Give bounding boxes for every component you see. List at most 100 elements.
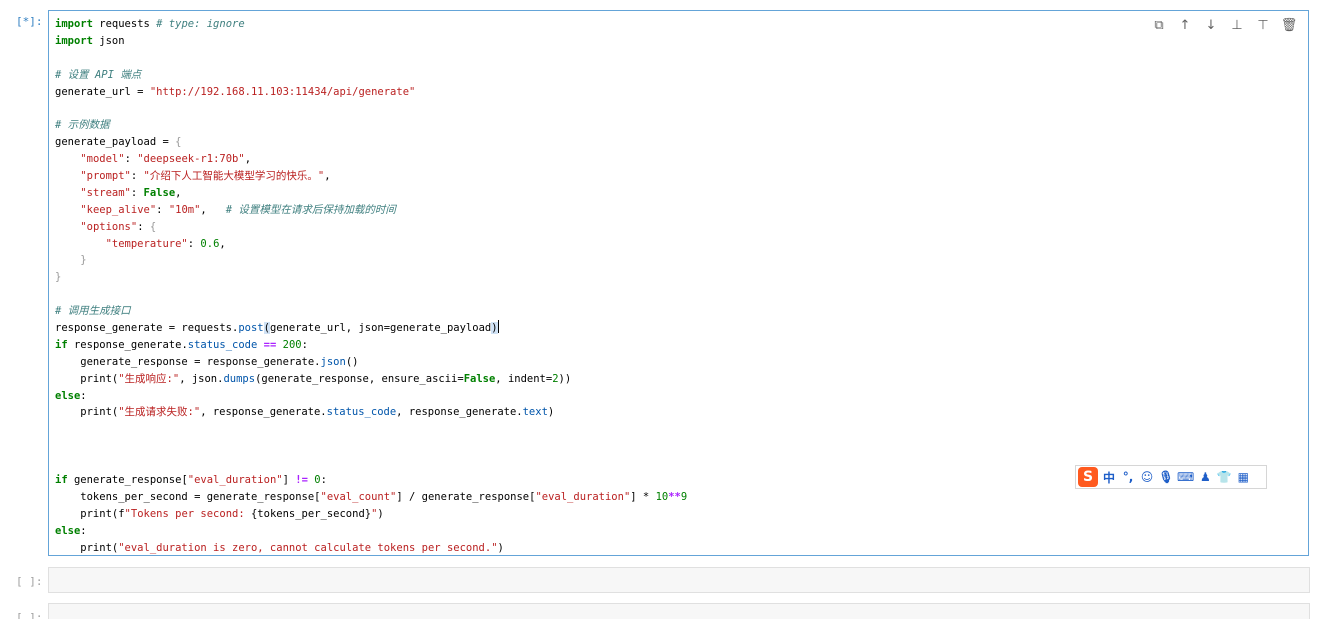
code-line[interactable]: print("生成请求失败:", response_generate.statu…: [55, 404, 687, 421]
code-token: 10: [655, 490, 669, 503]
code-line[interactable]: [55, 100, 687, 117]
code-line[interactable]: "keep_alive": "10m", # 设置模型在请求后保持加载的时间: [55, 202, 687, 219]
code-line[interactable]: # 示例数据: [55, 117, 687, 134]
code-token: text: [522, 406, 548, 419]
code-token: generate_payload =: [55, 136, 176, 149]
code-line[interactable]: }: [55, 269, 687, 286]
code-token: :: [320, 474, 327, 487]
code-token: )): [558, 372, 572, 385]
move-up-button[interactable]: ↑: [1174, 16, 1196, 34]
sogou-logo-icon[interactable]: S: [1078, 467, 1098, 487]
insert-above-button[interactable]: ⊥: [1226, 16, 1248, 34]
code-token: import: [55, 18, 93, 30]
code-token: }: [55, 271, 62, 284]
code-token: {tokens_per_second}: [250, 507, 372, 520]
code-token: :: [130, 170, 144, 183]
code-line[interactable]: generate_response = response_generate.js…: [55, 354, 687, 371]
code-token: :: [80, 524, 87, 537]
code-token: else: [55, 524, 81, 537]
code-line[interactable]: [55, 455, 687, 472]
microphone-icon[interactable]: 🎙: [1158, 470, 1174, 484]
code-token: (generate_response, ensure_ascii=: [255, 372, 464, 385]
code-line[interactable]: print(f"Tokens per second: {tokens_per_s…: [55, 506, 687, 523]
code-token: **: [668, 490, 681, 503]
code-token: :: [187, 237, 201, 250]
code-line[interactable]: [55, 286, 687, 303]
code-line[interactable]: generate_url = "http://192.168.11.103:11…: [55, 84, 687, 101]
code-line[interactable]: print("生成响应:", json.dumps(generate_respo…: [55, 371, 687, 388]
code-editor[interactable]: import requests # type: ignore import jso…: [55, 16, 687, 557]
code-token: :: [137, 220, 150, 233]
code-line[interactable]: print("eval_duration is zero, cannot cal…: [55, 540, 687, 557]
code-token: ): [377, 507, 384, 520]
arrow-down-icon: ↓: [1205, 17, 1217, 33]
skin-shirt-icon[interactable]: 👕: [1216, 470, 1232, 484]
code-line[interactable]: import json: [55, 33, 687, 50]
code-token: "eval_duration": [535, 490, 631, 503]
code-token: generate_url, json=generate_payload: [269, 322, 492, 335]
copy-cell-button[interactable]: ⧉: [1148, 16, 1170, 34]
code-token: "eval_count": [320, 490, 397, 503]
delete-cell-button[interactable]: 🗑: [1278, 16, 1300, 34]
code-line[interactable]: }: [55, 252, 687, 269]
code-line[interactable]: [55, 438, 687, 455]
code-token: generate_url =: [55, 85, 150, 98]
code-token: ,: [200, 203, 226, 216]
code-token: if: [55, 474, 68, 487]
code-token: print(f: [55, 507, 125, 520]
code-line[interactable]: "temperature": 0.6,: [55, 236, 687, 253]
insert-above-icon: ⊥: [1231, 17, 1243, 33]
toolbox-grid-icon[interactable]: ▦: [1235, 470, 1251, 484]
text-cursor: [497, 320, 499, 334]
move-down-button[interactable]: ↓: [1200, 16, 1222, 34]
code-token: status_code: [326, 406, 397, 419]
emoji-icon[interactable]: ☺: [1139, 470, 1155, 484]
code-token: if: [55, 338, 68, 351]
code-line[interactable]: "stream": False,: [55, 185, 687, 202]
code-token: 200: [282, 338, 302, 351]
code-token: !=: [295, 474, 308, 487]
code-line[interactable]: response_generate = requests.post(genera…: [55, 320, 687, 337]
code-token: "keep_alive": [80, 203, 157, 216]
code-line[interactable]: generate_payload = {: [55, 134, 687, 151]
code-token: else: [55, 389, 81, 402]
code-line[interactable]: else:: [55, 388, 687, 405]
code-token: "eval_duration": [187, 474, 283, 487]
code-token: ] *: [630, 490, 656, 503]
keyboard-icon[interactable]: ⌨: [1177, 470, 1194, 484]
code-line[interactable]: if generate_response["eval_duration"] !=…: [55, 472, 687, 489]
code-token: # 调用生成接口: [55, 305, 131, 318]
code-line[interactable]: "options": {: [55, 219, 687, 236]
ime-mode-toggle[interactable]: 中: [1101, 469, 1117, 486]
code-line[interactable]: if response_generate.status_code == 200:: [55, 337, 687, 354]
ime-toolbar[interactable]: S 中 °, ☺ 🎙 ⌨ ♟ 👕 ▦: [1075, 465, 1267, 489]
code-token: requests: [92, 18, 157, 30]
code-token: json: [92, 34, 125, 47]
punctuation-icon[interactable]: °,: [1120, 470, 1136, 484]
code-line[interactable]: else:: [55, 523, 687, 540]
code-line[interactable]: "model": "deepseek-r1:70b",: [55, 151, 687, 168]
code-cell-empty[interactable]: [48, 603, 1310, 619]
code-line[interactable]: # 调用生成接口: [55, 303, 687, 320]
code-line[interactable]: tokens_per_second = generate_response["e…: [55, 489, 687, 506]
code-line[interactable]: [55, 50, 687, 67]
code-token: {: [175, 136, 182, 149]
code-token: tokens_per_second = generate_response[: [55, 490, 321, 503]
code-token: ==: [263, 338, 277, 351]
code-token: , response_generate.: [200, 406, 327, 419]
code-line[interactable]: # 设置 API 端点: [55, 67, 687, 84]
code-line[interactable]: import requests # type: ignore: [55, 16, 687, 33]
code-token: # 示例数据: [55, 119, 110, 132]
code-line[interactable]: [55, 421, 687, 438]
code-token: , json.: [179, 372, 224, 385]
copy-icon: ⧉: [1154, 17, 1164, 33]
code-token: ,: [324, 170, 331, 183]
user-icon[interactable]: ♟: [1197, 470, 1213, 484]
code-token: "stream": [80, 186, 131, 199]
code-line[interactable]: "prompt": "介绍下人工智能大模型学习的快乐。",: [55, 168, 687, 185]
insert-below-button[interactable]: ⊤: [1252, 16, 1274, 34]
code-cell-empty[interactable]: [48, 567, 1310, 593]
